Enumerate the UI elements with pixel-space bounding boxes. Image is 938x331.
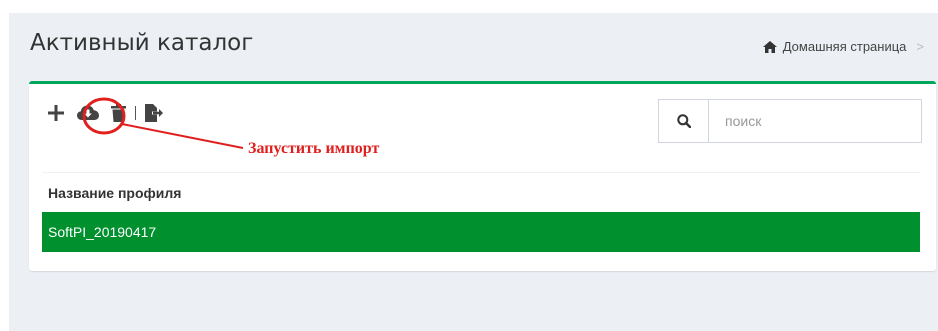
table-row[interactable]: SoftPI_20190417: [42, 212, 920, 252]
annotation-label: Запустить импорт: [248, 140, 380, 157]
cloud-download-icon: [77, 105, 99, 120]
export-button[interactable]: [145, 104, 163, 122]
search-icon: [676, 114, 691, 128]
column-header-profile-name[interactable]: Название профиля: [42, 172, 920, 212]
toolbar: [47, 104, 163, 122]
search-input[interactable]: [708, 99, 922, 143]
search-group: [658, 99, 922, 143]
breadcrumb-home-link[interactable]: Домашняя страница: [783, 39, 907, 54]
search-button[interactable]: [658, 99, 708, 143]
delete-button[interactable]: [111, 104, 126, 122]
page-title: Активный каталог: [30, 30, 254, 56]
catalog-panel: Название профиля SoftPI_20190417: [29, 81, 936, 271]
import-button[interactable]: [77, 104, 99, 122]
profile-name-cell: SoftPI_20190417: [48, 224, 157, 240]
breadcrumb: Домашняя страница >: [762, 39, 924, 54]
file-export-icon: [145, 104, 163, 122]
home-icon: [762, 40, 777, 53]
add-button[interactable]: [47, 104, 65, 122]
plus-icon: [48, 105, 64, 121]
profiles-table: Название профиля SoftPI_20190417: [42, 172, 920, 252]
breadcrumb-separator: >: [916, 39, 924, 54]
trash-icon: [111, 104, 126, 122]
toolbar-divider: [135, 106, 136, 120]
